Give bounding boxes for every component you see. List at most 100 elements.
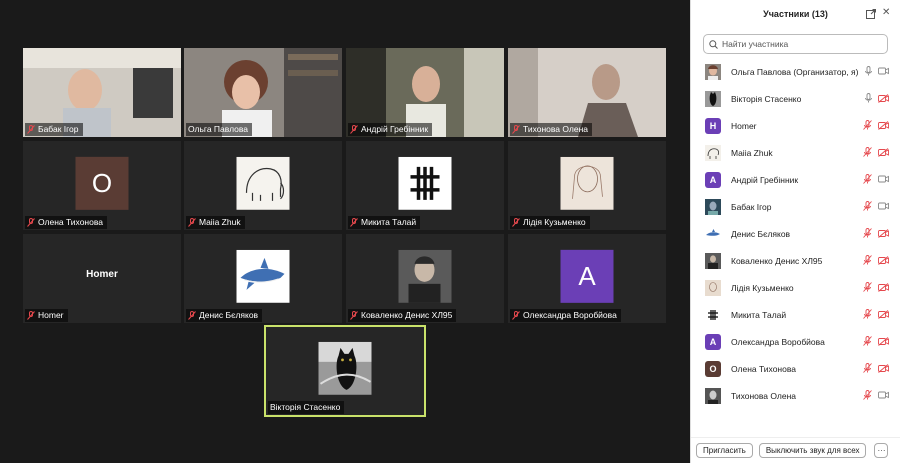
camera-icon[interactable] xyxy=(878,175,889,183)
mic-muted-icon[interactable] xyxy=(863,120,872,130)
tile-name-label: Бабак Ігор xyxy=(25,123,83,136)
participant-status-icons xyxy=(863,228,889,238)
video-tile[interactable]: Ольга Павлова xyxy=(184,48,342,137)
video-tile[interactable]: Андрій Гребінник xyxy=(346,48,504,137)
participant-name: Денис Бєляков xyxy=(731,228,791,239)
participant-name: Maiia Zhuk xyxy=(731,147,773,158)
mic-muted-icon[interactable] xyxy=(863,255,872,265)
tile-name-label: Андрій Гребінник xyxy=(348,123,433,136)
panel-title: Участники (13) xyxy=(763,9,828,19)
participant-letter-avatar: A xyxy=(705,333,721,350)
participant-letter-avatar: A xyxy=(705,171,721,188)
mic-muted-icon[interactable] xyxy=(863,228,872,238)
camera-icon[interactable] xyxy=(878,391,889,399)
participant-row[interactable]: Лідія Кузьменко xyxy=(691,274,900,301)
participant-row[interactable]: A Андрій Гребінник xyxy=(691,166,900,193)
participant-row[interactable]: О Олена Тихонова xyxy=(691,355,900,382)
mic-muted-icon[interactable] xyxy=(863,309,872,319)
camera-off-icon[interactable] xyxy=(878,336,889,346)
more-options-button[interactable]: ··· xyxy=(874,443,889,458)
tile-name-label: Олена Тихонова xyxy=(25,216,108,229)
mute-all-button[interactable]: Выключить звук для всех xyxy=(758,443,867,458)
tile-name-label: Лідія Кузьменко xyxy=(510,216,590,229)
mic-icon[interactable] xyxy=(865,93,872,103)
participant-row[interactable]: Вікторія Стасенко xyxy=(691,85,900,112)
participant-avatar xyxy=(705,252,721,269)
participant-status-icons xyxy=(863,363,889,373)
mic-muted-icon xyxy=(350,125,358,134)
camera-icon[interactable] xyxy=(878,67,889,75)
participant-name: Тихонова Олена xyxy=(731,390,797,401)
participant-name: Микита Талай xyxy=(731,309,787,320)
camera-off-icon[interactable] xyxy=(878,282,889,292)
shark-icon xyxy=(236,249,290,303)
mic-muted-icon[interactable] xyxy=(863,174,872,184)
video-tile[interactable]: Бабак Ігор xyxy=(23,48,181,137)
participant-name: Вікторія Стасенко xyxy=(731,93,802,104)
hash-icon xyxy=(398,156,452,210)
mic-muted-icon[interactable] xyxy=(863,282,872,292)
participant-row[interactable]: Maiia Zhuk xyxy=(691,139,900,166)
participant-avatar xyxy=(705,63,721,80)
participant-name: Ольга Павлова (Организатор, я) xyxy=(731,66,859,77)
portrait-icon xyxy=(398,249,452,303)
camera-off-icon[interactable] xyxy=(878,255,889,265)
mic-icon[interactable] xyxy=(865,66,872,76)
participant-row[interactable]: Микита Талай xyxy=(691,301,900,328)
camera-off-icon[interactable] xyxy=(878,93,889,103)
participant-avatar xyxy=(705,144,721,161)
participants-panel: Участники (13) ✕ Ольга Павлова (Организа… xyxy=(690,0,900,463)
participant-status-icons xyxy=(863,174,889,184)
participant-row[interactable]: Ольга Павлова (Организатор, я) xyxy=(691,58,900,85)
mic-muted-icon xyxy=(188,218,196,227)
video-tile[interactable]: Тихонова Олена xyxy=(508,48,666,137)
video-tile[interactable]: Коваленко Денис ХЛ95 xyxy=(346,234,504,323)
video-tile[interactable]: Микита Талай xyxy=(346,141,504,230)
participant-name: Коваленко Денис ХЛ95 xyxy=(731,255,823,266)
participant-search[interactable] xyxy=(703,34,888,54)
video-tile[interactable]: A Олександра Воробйова xyxy=(508,234,666,323)
participant-row[interactable]: Тихонова Олена xyxy=(691,382,900,409)
video-tile[interactable]: Homer Homer xyxy=(23,234,181,323)
participant-row[interactable]: A Олександра Воробйова xyxy=(691,328,900,355)
video-tile[interactable]: Лідія Кузьменко xyxy=(508,141,666,230)
tile-display-name: Homer xyxy=(86,269,118,280)
mic-muted-icon[interactable] xyxy=(863,390,872,400)
camera-off-icon[interactable] xyxy=(878,228,889,238)
participant-row[interactable]: Бабак Ігор xyxy=(691,193,900,220)
search-icon xyxy=(709,39,718,49)
mic-muted-icon xyxy=(27,311,35,320)
mic-muted-icon[interactable] xyxy=(863,336,872,346)
video-tile[interactable]: О Олена Тихонова xyxy=(23,141,181,230)
participant-row[interactable]: Коваленко Денис ХЛ95 xyxy=(691,247,900,274)
active-speaker-tile[interactable]: Вікторія Стасенко xyxy=(264,325,426,417)
letter-avatar: A xyxy=(560,249,614,303)
tile-name-label: Maiia Zhuk xyxy=(186,216,245,229)
close-icon[interactable]: ✕ xyxy=(882,8,892,18)
invite-button[interactable]: Пригласить xyxy=(696,443,753,458)
video-tile[interactable]: Maiia Zhuk xyxy=(184,141,342,230)
mammoth-icon xyxy=(236,156,290,210)
video-tile[interactable]: Денис Бєляков xyxy=(184,234,342,323)
participant-name: Лідія Кузьменко xyxy=(731,282,794,293)
participant-status-icons xyxy=(863,336,889,346)
mic-muted-icon[interactable] xyxy=(863,363,872,373)
camera-off-icon[interactable] xyxy=(878,120,889,130)
camera-off-icon[interactable] xyxy=(878,147,889,157)
popout-icon[interactable] xyxy=(866,9,876,19)
participant-row[interactable]: H Homer xyxy=(691,112,900,139)
camera-off-icon[interactable] xyxy=(878,363,889,373)
tile-name-label: Ольга Павлова xyxy=(186,123,252,136)
participant-name: Олена Тихонова xyxy=(731,363,797,374)
participant-letter-avatar: О xyxy=(705,360,721,377)
search-input[interactable] xyxy=(722,39,872,49)
mic-muted-icon xyxy=(350,311,358,320)
camera-icon[interactable] xyxy=(878,202,889,210)
participant-name: Олександра Воробйова xyxy=(731,336,825,347)
mic-muted-icon[interactable] xyxy=(863,201,872,211)
mic-muted-icon[interactable] xyxy=(863,147,872,157)
participant-status-icons xyxy=(863,309,889,319)
participant-row[interactable]: Денис Бєляков xyxy=(691,220,900,247)
mic-muted-icon xyxy=(27,125,35,134)
camera-off-icon[interactable] xyxy=(878,309,889,319)
